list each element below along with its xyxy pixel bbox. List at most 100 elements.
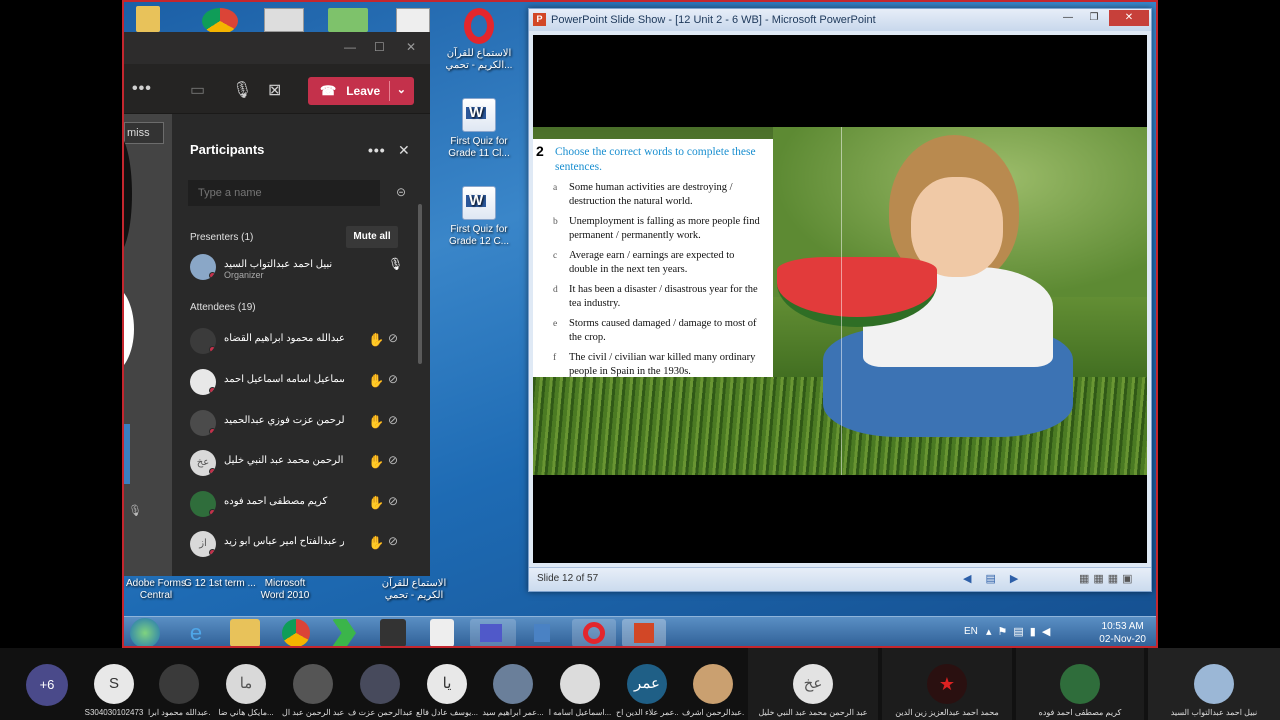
search-participants-input[interactable] — [188, 180, 380, 206]
participant-tile[interactable]: يا يوسف عادل فالع... — [416, 648, 478, 720]
screen: الاستماع للقرآن الكريم - تحمي... First Q… — [0, 0, 1280, 720]
ie-icon[interactable]: e — [174, 619, 218, 646]
mic-off-icon[interactable]: ⊘ — [388, 494, 398, 508]
slide-area[interactable]: 2 Choose the correct words to complete t… — [533, 35, 1147, 563]
ppt-titlebar: P PowerPoint Slide Show - [12 Unit 2 - 6… — [529, 9, 1151, 31]
chevron-down-icon[interactable]: ⌄ — [397, 83, 406, 96]
participant-name: عبدالرحمن عزت فوزي عبدالحميد — [224, 415, 344, 426]
powerpoint-taskbar-icon[interactable] — [622, 619, 666, 646]
attendee-row[interactable]: عخ عبد الرحمن محمد عبد النبي خليل ✋ ⊘ — [188, 446, 410, 478]
microphone-icon[interactable]: 🎙 — [388, 257, 403, 271]
mic-off-icon[interactable]: ⊘ — [388, 534, 398, 548]
folder-icon[interactable] — [136, 6, 160, 32]
word-2010-label: Microsoft Word 2010 — [260, 578, 310, 601]
quran-shortcut[interactable]: الاستماع للقرآن الكريم - تحمي... — [440, 8, 518, 72]
tile-name: عمر علاء الدين اح... — [616, 708, 678, 717]
minimize-icon[interactable]: — — [344, 40, 356, 54]
calc-icon[interactable] — [380, 619, 406, 646]
mic-off-icon[interactable]: ⊘ — [388, 331, 398, 345]
participant-tile[interactable]: عمر عمر علاء الدين اح... — [616, 648, 678, 720]
calendar-icon[interactable] — [430, 619, 454, 646]
attendee-row[interactable]: عبدالله محمود ابراهيم القضاه ✋ ⊘ — [188, 324, 410, 356]
stop-sharing-icon[interactable]: ⊠ — [268, 80, 281, 100]
minimize-icon[interactable]: — — [1055, 10, 1081, 26]
word-2010[interactable]: Microsoft Word 2010 — [252, 578, 318, 602]
tile-name: عبدالله محمود ابرا... — [148, 708, 210, 717]
mute-all-button[interactable]: Mute all — [346, 226, 398, 248]
participant-tile[interactable]: نبيل احمد عبدالتواب السيد — [1148, 648, 1280, 720]
word-doc-grade11-label: First Quiz for Grade 11 Cl... — [448, 136, 510, 159]
attendee-row[interactable]: از امير عبدالفتاح امير عباس ابو زيد ✋ ⊘ — [188, 527, 410, 559]
participant-tile[interactable]: اسماعيل اسامه ا... — [548, 648, 612, 720]
clock[interactable]: 10:53 AM 02-Nov-20 — [1099, 620, 1146, 646]
document-icon[interactable] — [396, 8, 430, 34]
meeting-toolbar: ••• ▭ 🎙 ⊠ ☎ Leave ⌄ — [124, 64, 430, 114]
view-buttons[interactable]: ▦▦▦▣ — [1079, 572, 1137, 585]
more-options-icon[interactable]: ••• — [132, 80, 152, 98]
tile-name: محمد احمد عبدالعزيز زين الدين — [895, 708, 999, 717]
panel-more-icon[interactable]: ••• — [368, 142, 386, 158]
participant-name: اسماعيل اسامه اسماعيل احمد — [224, 374, 344, 385]
word-doc-grade12[interactable]: First Quiz for Grade 12 C... — [440, 186, 518, 248]
exercise-heading: Choose the correct words to complete the… — [555, 146, 756, 173]
microphone-icon[interactable]: 🎙 — [232, 80, 252, 100]
more-participants-button[interactable]: +6 — [26, 664, 68, 706]
quran-shortcut-2[interactable]: الاستماع للقرآن الكريم - تحمي — [374, 578, 454, 602]
participant-tile[interactable]: عمر ابراهيم سيد... — [482, 648, 544, 720]
panel-close-icon[interactable]: ✕ — [398, 142, 410, 159]
participant-tile[interactable]: عخ عبد الرحمن محمد عبد النبي خليل — [748, 648, 878, 720]
ppt-statusbar: Slide 12 of 57 ◀▤▶ ▦▦▦▣ — [529, 567, 1151, 591]
mic-off-icon[interactable]: ⊘ — [388, 413, 398, 427]
camera-off-icon[interactable]: ▭ — [190, 80, 205, 100]
g12-folder[interactable]: G 12 1st term ... — [182, 578, 258, 590]
participant-tile[interactable]: S S304030102473 — [84, 648, 144, 720]
word-doc-grade11[interactable]: First Quiz for Grade 11 Cl... — [440, 98, 518, 160]
participant-tile[interactable]: ★ محمد احمد عبدالعزيز زين الدين — [882, 648, 1012, 720]
opera-taskbar-icon[interactable] — [572, 619, 616, 646]
word-doc-grade12-label: First Quiz for Grade 12 C... — [448, 224, 510, 247]
presenter-row[interactable]: نبيل احمد عبدالتواب السيد Organizer 🎙 — [188, 250, 410, 282]
app-icon[interactable] — [328, 8, 368, 32]
participant-tile[interactable]: كريم مصطفى احمد فوده — [1016, 648, 1144, 720]
spreadsheet-icon[interactable] — [264, 8, 304, 32]
participant-tile[interactable]: عبد الرحمن عبد ال... — [282, 648, 344, 720]
close-icon[interactable]: ✕ — [406, 40, 416, 54]
exercise-textbox: 2 Choose the correct words to complete t… — [533, 139, 773, 377]
attendee-row[interactable]: عبدالرحمن عزت فوزي عبدالحميد ✋ ⊘ — [188, 406, 410, 438]
attendee-row[interactable]: اسماعيل اسامه اسماعيل احمد ✋ ⊘ — [188, 365, 410, 397]
language-indicator[interactable]: EN — [964, 626, 978, 637]
explorer-icon[interactable] — [230, 619, 260, 646]
raised-hand-icon: ✋ — [368, 535, 385, 550]
tile-name: كريم مصطفى احمد فوده — [1038, 708, 1122, 717]
tile-name: يوسف عادل فالع... — [416, 708, 478, 717]
participant-tile[interactable]: عبدالله محمود ابرا... — [148, 648, 210, 720]
attendee-row[interactable]: كريم مصطفى احمد فوده ✋ ⊘ — [188, 487, 410, 519]
chrome-icon[interactable] — [202, 8, 238, 34]
attendees-header: Attendees (19) — [190, 302, 256, 313]
mic-off-icon[interactable]: ⊘ — [388, 372, 398, 386]
participant-tile[interactable]: عبدالرحمن عزت ف... — [348, 648, 412, 720]
teams-taskbar-icon[interactable] — [470, 619, 516, 646]
avatar — [1060, 664, 1100, 704]
restore-icon[interactable]: ❐ — [1081, 10, 1107, 26]
chrome-icon[interactable] — [282, 619, 310, 646]
raised-hand-icon: ✋ — [368, 373, 385, 388]
app-icon[interactable] — [528, 619, 556, 646]
slide-nav-icons[interactable]: ◀▤▶ — [963, 572, 1032, 585]
participant-tile[interactable]: عبدالرحمن اشرف... — [682, 648, 744, 720]
system-tray-icons[interactable]: ▴⚑▤▮◀ — [986, 625, 1056, 638]
app-icon[interactable] — [332, 619, 356, 646]
taskbar: e EN ▴⚑▤▮◀ 10:53 AM 02-Nov-20 — [124, 616, 1156, 646]
mic-off-icon[interactable]: ⊘ — [388, 453, 398, 467]
share-invite-icon[interactable]: ⊝ — [396, 185, 406, 199]
dismiss-button[interactable]: miss — [124, 122, 164, 144]
video-edge — [124, 424, 130, 484]
participants-panel: Participants ••• ✕ ⊝ Presenters (1) Mute… — [172, 114, 430, 576]
leave-button[interactable]: ☎ Leave ⌄ — [308, 77, 414, 105]
scrollbar[interactable] — [418, 204, 422, 364]
ppt-window-title: PowerPoint Slide Show - [12 Unit 2 - 6 W… — [551, 14, 876, 26]
maximize-icon[interactable]: ☐ — [374, 40, 385, 54]
close-icon[interactable]: ✕ — [1109, 10, 1149, 26]
start-button[interactable] — [130, 618, 160, 646]
participant-tile[interactable]: ما مايكل هاني ضا... — [214, 648, 278, 720]
